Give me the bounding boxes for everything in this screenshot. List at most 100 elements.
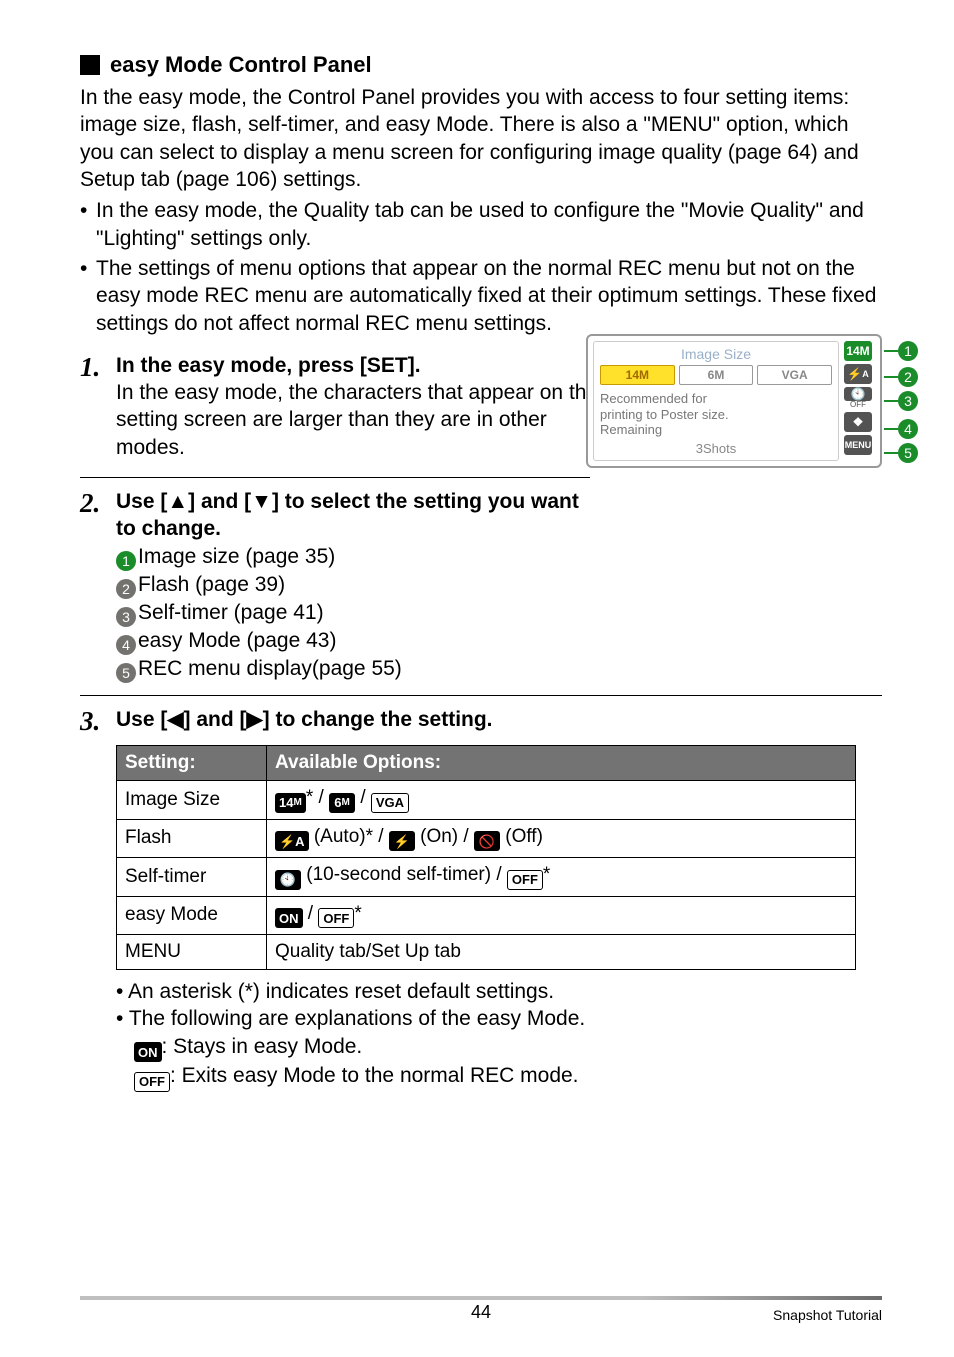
li: Flash (page 39) [138,573,285,596]
li: Image size (page 35) [138,545,335,568]
intro-paragraph: In the easy mode, the Control Panel prov… [80,84,882,193]
row-label: Flash [117,819,267,858]
li: easy Mode (page 43) [138,629,336,652]
footer-bar [80,1296,882,1300]
callout-3-icon: 3 [898,391,918,411]
t: (10-second self-timer) [306,864,491,885]
off-icon: OFF [507,870,543,890]
callout-1-icon: 1 [116,551,136,571]
t: ] and [ [188,490,251,513]
header-options: Available Options: [267,746,856,781]
note: An asterisk (*) indicates reset default … [116,978,882,1005]
cam-icon-size[interactable]: 14M [844,341,872,361]
step-2-list: 1Image size (page 35) 2Flash (page 39) 3… [116,543,882,683]
t: Remaining [600,422,832,438]
cam-side-icons: 14M ⚡A 🕙 OFF ❖ MENU [841,341,875,461]
step-number: 3. [80,706,108,735]
t: printing to Poster size. [600,407,832,423]
t: Use [ [116,490,167,513]
table-header-row: Setting: Available Options: [117,746,856,781]
step-number: 1. [80,352,108,465]
li: Self-timer (page 41) [138,601,324,624]
cam-off-label: OFF [844,401,872,409]
step-3-title: Use [◀] and [▶] to change the setting. [116,706,493,735]
row-options: Quality tab/Set Up tab [267,935,856,970]
cam-icon-menu[interactable]: MENU [844,435,872,455]
size-vga-icon: VGA [371,793,409,813]
table-row: Image Size 14M* / 6M / VGA [117,781,856,820]
footer-section: Snapshot Tutorial [773,1307,882,1323]
table-row: MENU Quality tab/Set Up tab [117,935,856,970]
note-sub: OFF: Exits easy Mode to the normal REC m… [134,1062,882,1092]
t: ] and [ [184,708,247,731]
callout-4-icon: 4 [898,419,918,439]
t: ] to change the setting. [263,708,493,731]
t: (Off) [505,826,543,847]
table-row: Flash ⚡A (Auto)* / ⚡ (On) / 🚫 (Off) [117,819,856,858]
page-footer: 44 Snapshot Tutorial [0,1302,954,1323]
flash-auto-icon: ⚡A [275,831,309,851]
t: (Auto) [314,826,366,847]
t: : Stays in easy Mode. [162,1035,363,1058]
cam-shots: 3Shots [600,441,832,456]
row-options: 14M* / 6M / VGA [267,781,856,820]
cam-main-panel: Image Size 14M 6M VGA Recommended for pr… [593,341,839,461]
row-label: Image Size [117,781,267,820]
left-arrow-icon: ◀ [167,708,183,731]
callout-5-icon: 5 [116,663,136,683]
intro-bullet-list: In the easy mode, the Quality tab can be… [80,197,882,338]
section-title-text: easy Mode Control Panel [110,52,372,78]
cam-icon-flash[interactable]: ⚡A [844,364,872,384]
up-arrow-icon: ▲ [167,490,188,513]
step-3: 3. Use [◀] and [▶] to change the setting… [80,706,882,1092]
cam-title: Image Size [600,346,832,362]
row-options: 🕙 (10-second self-timer) / OFF* [267,858,856,897]
cam-size-tabs: 14M 6M VGA [600,365,832,385]
li: REC menu display(page 55) [138,657,402,680]
header-setting: Setting: [117,746,267,781]
cam-tab-6m[interactable]: 6M [679,365,754,385]
cam-tab-vga[interactable]: VGA [757,365,832,385]
row-label: Self-timer [117,858,267,897]
square-bullet-icon [80,55,100,75]
table-row: Self-timer 🕙 (10-second self-timer) / OF… [117,858,856,897]
row-label: easy Mode [117,896,267,935]
t: Recommended for [600,391,832,407]
cam-tab-14m[interactable]: 14M [600,365,675,385]
step-2-title: Use [▲] and [▼] to select the setting yo… [116,488,596,543]
off-icon: OFF [318,908,354,928]
callout-5-icon: 5 [898,443,918,463]
table-row: easy Mode ON / OFF* [117,896,856,935]
callout-3-icon: 3 [116,607,136,627]
step-2: 2. Use [▲] and [▼] to select the setting… [80,488,882,683]
step-number: 2. [80,488,108,543]
settings-table: Setting: Available Options: Image Size 1… [116,745,856,970]
callout-2-icon: 2 [116,579,136,599]
size-6m-icon: 6M [329,793,355,813]
right-arrow-icon: ▶ [247,708,263,731]
notes-list: An asterisk (*) indicates reset default … [116,978,882,1092]
step-1-title: In the easy mode, press [SET]. [116,352,616,379]
cam-icon-easy[interactable]: ❖ [844,412,872,432]
page-number: 44 [471,1302,491,1323]
callout-4-icon: 4 [116,635,136,655]
callout-1-icon: 1 [898,341,918,361]
cam-desc: Recommended for printing to Poster size.… [600,391,832,438]
down-arrow-icon: ▼ [251,490,272,513]
flash-on-icon: ⚡ [389,831,415,851]
row-label: MENU [117,935,267,970]
note-sub: ON: Stays in easy Mode. [134,1033,882,1063]
row-options: ON / OFF* [267,896,856,935]
on-icon: ON [134,1042,162,1062]
cam-icon-timer[interactable]: 🕙 [844,387,872,401]
divider [80,477,590,478]
on-icon: ON [275,908,303,928]
note: The following are explanations of the ea… [116,1005,882,1032]
intro-bullet: In the easy mode, the Quality tab can be… [80,197,882,252]
t: Use [ [116,708,167,731]
self-timer-icon: 🕙 [275,870,301,890]
section-heading: easy Mode Control Panel [80,52,882,78]
camera-screenshot: Image Size 14M 6M VGA Recommended for pr… [586,334,882,468]
off-icon: OFF [134,1072,170,1092]
t: : Exits easy Mode to the normal REC mode… [170,1064,579,1087]
